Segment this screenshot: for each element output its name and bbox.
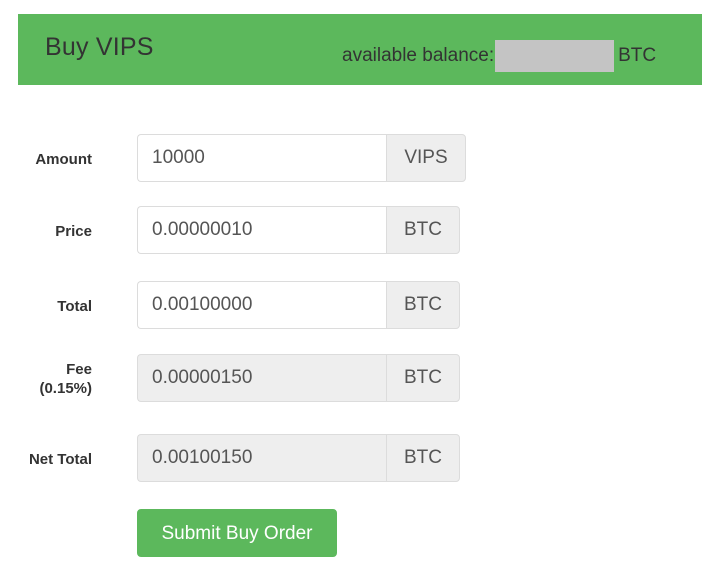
page-title: Buy VIPS: [45, 33, 154, 61]
fee-percent-text: (0.15%): [39, 380, 92, 397]
available-balance: available balance: BTC: [342, 40, 656, 72]
net-total-input: [137, 434, 386, 482]
net-total-input-group: BTC: [137, 434, 460, 482]
fee-input-group: BTC: [137, 354, 460, 402]
buy-order-panel: Buy VIPS available balance: BTC Amount V…: [0, 0, 711, 577]
total-label-text: Total: [57, 298, 92, 315]
price-label: Price: [0, 222, 92, 241]
net-total-label-text: Net Total: [28, 451, 92, 468]
total-input[interactable]: [137, 281, 386, 329]
fee-unit-addon: BTC: [386, 354, 460, 402]
amount-label: Amount: [0, 150, 92, 169]
form-row-total: Total BTC: [0, 281, 711, 329]
fee-label: Fee (0.15%): [0, 360, 92, 398]
form-row-amount: Amount VIPS: [0, 134, 711, 182]
total-label: Total: [0, 297, 92, 316]
net-total-label: Net Total: [0, 450, 92, 469]
amount-input-group: VIPS: [137, 134, 466, 182]
total-input-group: BTC: [137, 281, 460, 329]
price-unit-addon: BTC: [386, 206, 460, 254]
fee-label-text: Fee: [66, 361, 92, 378]
available-balance-value: [495, 40, 615, 72]
amount-label-text: Amount: [35, 151, 92, 168]
price-label-text: Price: [55, 223, 92, 240]
available-balance-unit: BTC: [618, 45, 657, 66]
form-row-price: Price BTC: [0, 206, 711, 254]
amount-unit-addon: VIPS: [386, 134, 466, 182]
form-row-net-total: Net Total BTC: [0, 434, 711, 482]
panel-header-inner: Buy VIPS available balance: BTC: [18, 14, 702, 85]
net-total-unit-addon: BTC: [386, 434, 460, 482]
price-input[interactable]: [137, 206, 386, 254]
total-unit-addon: BTC: [386, 281, 460, 329]
panel-body: Amount VIPS Price BTC Total BTC: [0, 85, 711, 577]
submit-buy-order-button[interactable]: Submit Buy Order: [137, 509, 337, 557]
form-row-fee: Fee (0.15%) BTC: [0, 354, 711, 402]
price-input-group: BTC: [137, 206, 460, 254]
amount-input[interactable]: [137, 134, 386, 182]
fee-input: [137, 354, 386, 402]
panel-header: Buy VIPS available balance: BTC: [18, 14, 702, 85]
available-balance-label: available balance:: [342, 45, 495, 66]
